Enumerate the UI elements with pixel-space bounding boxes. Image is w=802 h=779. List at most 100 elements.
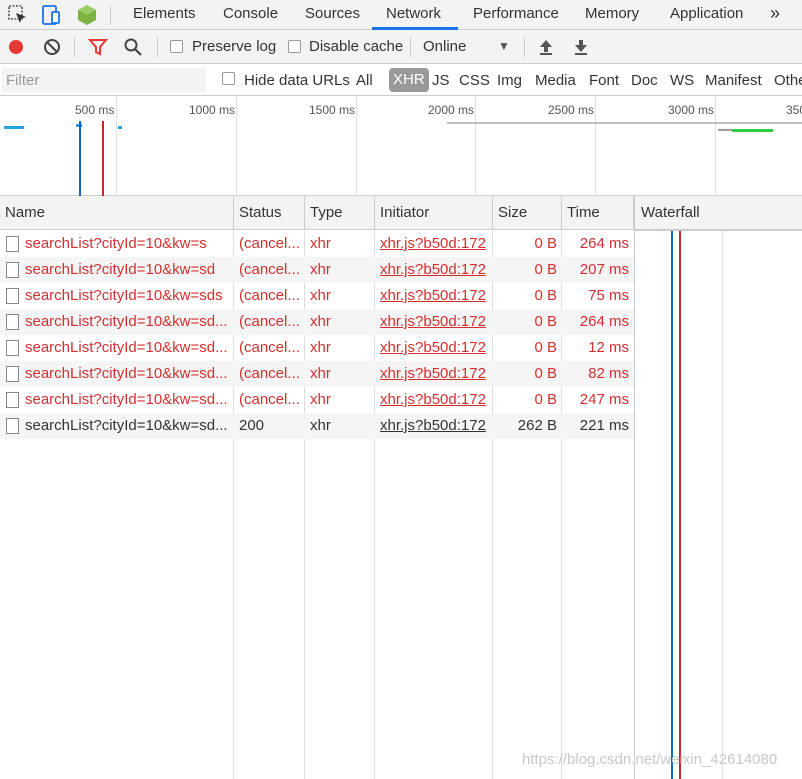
column-header-initiator[interactable]: Initiator <box>375 196 493 230</box>
request-time: 221 ms <box>579 417 629 434</box>
request-time: 75 ms <box>588 287 629 304</box>
overview-request-bar <box>447 122 802 124</box>
request-type: xhr <box>310 261 331 278</box>
watermark: https://blog.csdn.net/weixin_42614080 <box>522 751 778 768</box>
request-name[interactable]: searchList?cityId=10&kw=sd... <box>25 387 230 413</box>
request-row[interactable]: searchList?cityId=10&kw=sd... 200 xhr xhr.j… <box>0 413 634 439</box>
load-event-marker <box>102 121 104 196</box>
filter-type-img[interactable]: Img <box>497 72 522 89</box>
clear-icon[interactable] <box>42 37 62 57</box>
hide-data-urls-checkbox[interactable] <box>222 72 235 85</box>
export-har-icon[interactable] <box>571 37 591 57</box>
tab-console[interactable]: Console <box>223 0 278 30</box>
request-type: xhr <box>310 365 331 382</box>
filter-type-doc[interactable]: Doc <box>631 72 658 89</box>
request-status: (cancel... <box>239 339 299 356</box>
request-status: (cancel... <box>239 365 299 382</box>
dom-content-loaded-marker <box>79 121 81 196</box>
filter-type-font[interactable]: Font <box>589 72 619 89</box>
tab-network[interactable]: Network <box>386 0 441 30</box>
request-name[interactable]: searchList?cityId=10&kw=sd <box>25 257 230 283</box>
timeline-tick-label: 2500 ms <box>548 103 595 117</box>
network-toolbar: Preserve log Disable cache Online ▼ <box>0 30 802 64</box>
document-icon <box>6 262 19 278</box>
request-initiator-link[interactable]: xhr.js?b50d:172 <box>380 387 488 413</box>
request-name[interactable]: searchList?cityId=10&kw=s <box>25 231 230 257</box>
request-size: 0 B <box>534 313 557 330</box>
filter-type-xhr[interactable]: XHR <box>389 68 429 92</box>
request-size: 0 B <box>534 339 557 356</box>
record-icon[interactable] <box>6 37 26 57</box>
more-tabs-chevron-icon[interactable]: » <box>770 0 780 30</box>
request-name[interactable]: searchList?cityId=10&kw=sd... <box>25 309 230 335</box>
tab-sources[interactable]: Sources <box>305 0 360 30</box>
overview-request-bar <box>718 129 732 131</box>
throttling-select[interactable]: Online <box>423 38 466 55</box>
overview-request-bar <box>4 126 24 129</box>
request-status: 200 <box>239 417 265 434</box>
request-status: (cancel... <box>239 313 299 330</box>
request-name[interactable]: searchList?cityId=10&kw=sd... <box>25 413 230 439</box>
filter-type-media[interactable]: Media <box>535 72 576 89</box>
request-size: 0 B <box>534 261 557 278</box>
device-toolbar-icon[interactable] <box>39 3 63 27</box>
request-time: 247 ms <box>579 391 629 408</box>
request-name[interactable]: searchList?cityId=10&kw=sds <box>25 283 230 309</box>
network-overview-timeline[interactable]: 500 ms 1000 ms 1500 ms 2000 ms 2500 ms 3… <box>0 96 802 196</box>
document-icon <box>6 366 19 382</box>
inspect-element-icon[interactable] <box>6 3 30 27</box>
request-name[interactable]: searchList?cityId=10&kw=sd... <box>25 361 230 387</box>
timeline-tick-label: 1000 ms <box>189 103 236 117</box>
filter-type-ws[interactable]: WS <box>670 72 694 89</box>
request-initiator-link[interactable]: xhr.js?b50d:172 <box>380 335 488 361</box>
column-header-status[interactable]: Status <box>234 196 305 230</box>
column-header-time[interactable]: Time <box>562 196 634 230</box>
request-initiator-link[interactable]: xhr.js?b50d:172 <box>380 413 488 439</box>
request-type: xhr <box>310 287 331 304</box>
column-header-waterfall[interactable]: Waterfall <box>641 196 700 230</box>
vue-devtools-icon[interactable] <box>75 3 99 27</box>
request-row[interactable]: searchList?cityId=10&kw=s (cancel... xhr xh… <box>0 231 634 257</box>
search-icon[interactable] <box>123 37 143 57</box>
column-header-name[interactable]: Name <box>0 196 234 230</box>
filter-input[interactable] <box>2 68 206 92</box>
hide-data-urls-label[interactable]: Hide data URLs <box>244 72 350 89</box>
filter-icon[interactable] <box>88 37 108 57</box>
request-initiator-link[interactable]: xhr.js?b50d:172 <box>380 283 488 309</box>
column-header-size[interactable]: Size <box>493 196 562 230</box>
tab-memory[interactable]: Memory <box>585 0 639 30</box>
dropdown-arrow-icon[interactable]: ▼ <box>498 39 510 53</box>
request-initiator-link[interactable]: xhr.js?b50d:172 <box>380 361 488 387</box>
request-row[interactable]: searchList?cityId=10&kw=sd... (cancel... x… <box>0 309 634 335</box>
filter-type-manifest[interactable]: Manifest <box>705 72 762 89</box>
request-type: xhr <box>310 417 331 434</box>
request-name[interactable]: searchList?cityId=10&kw=sd... <box>25 335 230 361</box>
tab-elements[interactable]: Elements <box>133 0 196 30</box>
filter-type-all[interactable]: All <box>356 72 373 89</box>
request-row[interactable]: searchList?cityId=10&kw=sd... (cancel... x… <box>0 361 634 387</box>
column-header-type[interactable]: Type <box>305 196 375 230</box>
filter-type-js[interactable]: JS <box>432 72 450 89</box>
waterfall-pane: Waterfall <box>634 196 802 779</box>
request-size: 0 B <box>534 287 557 304</box>
preserve-log-label[interactable]: Preserve log <box>192 38 276 55</box>
tab-application[interactable]: Application <box>670 0 743 30</box>
request-row[interactable]: searchList?cityId=10&kw=sd... (cancel... x… <box>0 387 634 413</box>
request-initiator-link[interactable]: xhr.js?b50d:172 <box>380 257 488 283</box>
request-row[interactable]: searchList?cityId=10&kw=sds (cancel... xhr… <box>0 283 634 309</box>
preserve-log-checkbox[interactable] <box>170 40 183 53</box>
request-status: (cancel... <box>239 235 299 252</box>
load-event-line <box>679 231 681 779</box>
filter-type-other[interactable]: Other <box>774 72 802 89</box>
tab-performance[interactable]: Performance <box>473 0 559 30</box>
request-row[interactable]: searchList?cityId=10&kw=sd (cancel... xhr x… <box>0 257 634 283</box>
disable-cache-label[interactable]: Disable cache <box>309 38 403 55</box>
request-initiator-link[interactable]: xhr.js?b50d:172 <box>380 231 488 257</box>
filter-type-css[interactable]: CSS <box>459 72 490 89</box>
disable-cache-checkbox[interactable] <box>288 40 301 53</box>
document-icon <box>6 340 19 356</box>
import-har-icon[interactable] <box>536 37 556 57</box>
request-row[interactable]: searchList?cityId=10&kw=sd... (cancel... x… <box>0 335 634 361</box>
request-initiator-link[interactable]: xhr.js?b50d:172 <box>380 309 488 335</box>
requests-table-body: searchList?cityId=10&kw=s (cancel... xhr xh… <box>0 231 634 439</box>
